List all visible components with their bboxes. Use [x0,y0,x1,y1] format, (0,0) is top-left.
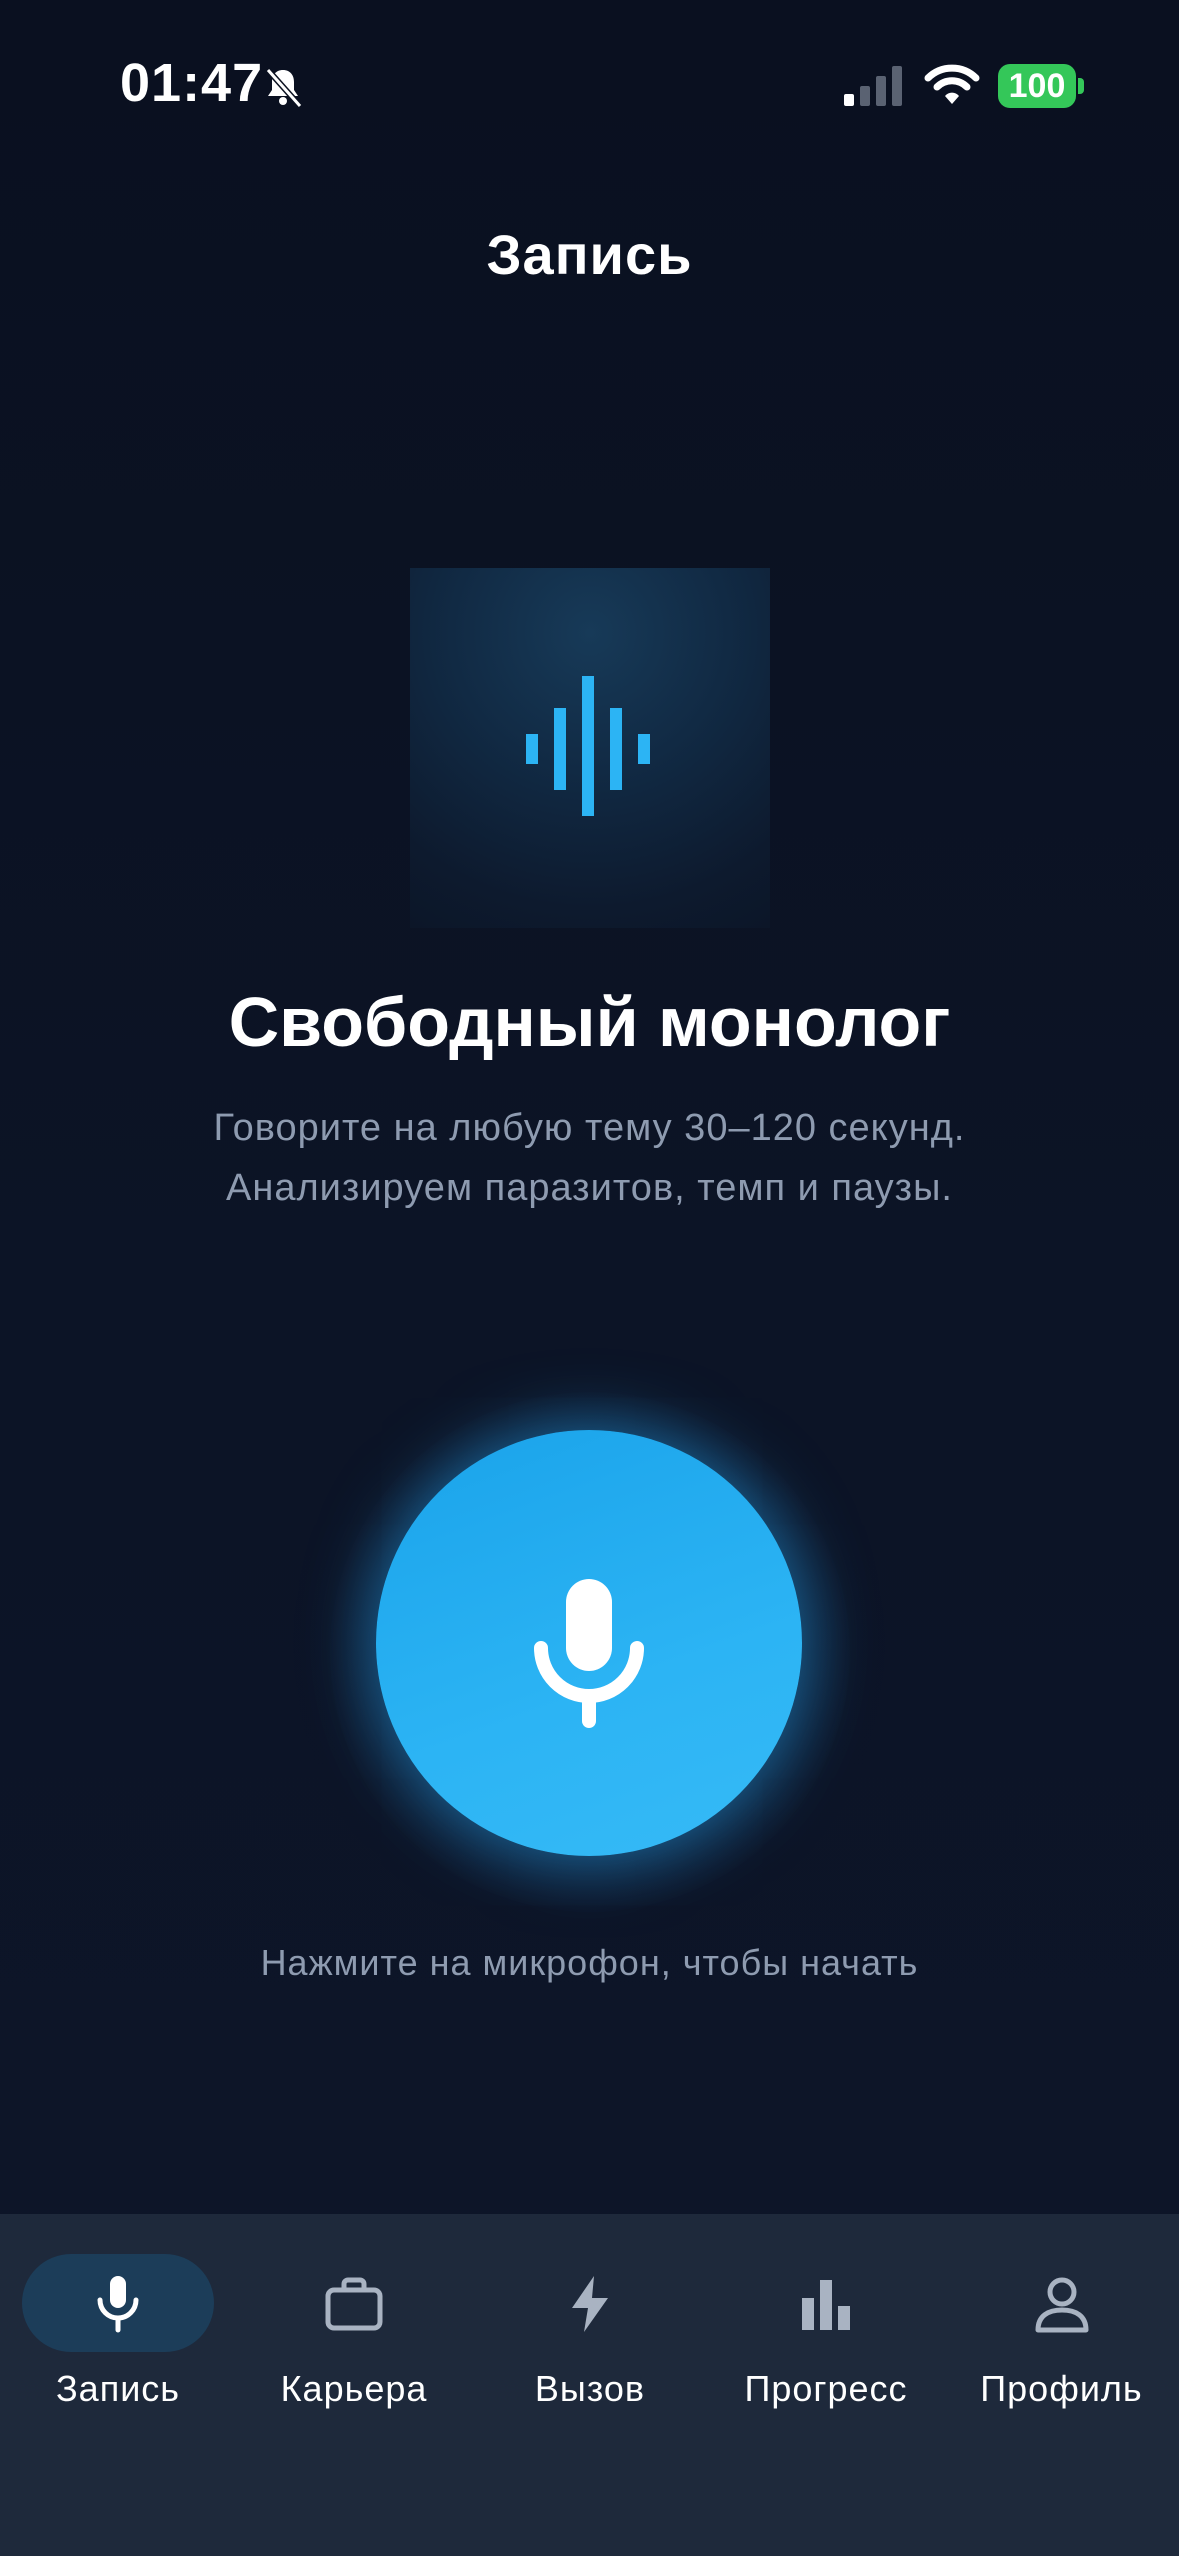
battery-tip [1078,78,1084,94]
tab-label: Карьера [280,2368,428,2409]
waveform-icon [526,676,650,816]
bolt-icon [572,2276,608,2332]
record-button[interactable] [376,1430,802,1856]
tab-career[interactable]: Карьера [236,2214,472,2424]
microphone-icon [534,1579,644,1728]
status-time: 01:47 [120,53,264,113]
tab-bar: Запись Карьера Вызов Прогресс Профиль [0,2214,1179,2556]
wifi-icon [924,64,980,104]
mode-title: Свободный монолог [228,983,951,1061]
mode-description-line: Анализируем паразитов, темп и паузы. [226,1167,953,1209]
record-hint: Нажмите на микрофон, чтобы начать [260,1942,919,1983]
tab-record[interactable]: Запись [0,2214,236,2424]
person-icon [1035,2277,1089,2333]
tab-label: Вызов [534,2368,646,2409]
cellular-signal-icon [844,66,902,106]
battery-icon: 100 [998,64,1076,108]
tab-challenge[interactable]: Вызов [472,2214,708,2424]
bar-chart-icon [802,2280,850,2330]
page-title: Запись [486,223,693,286]
tab-profile[interactable]: Профиль [944,2214,1179,2424]
tab-progress[interactable]: Прогресс [708,2214,944,2424]
battery-level: 100 [1008,66,1066,105]
bell-slash-icon [265,68,303,108]
mode-description-line: Говорите на любую тему 30–120 секунд. [213,1107,966,1149]
tab-label: Прогресс [744,2368,908,2409]
microphone-icon [97,2276,139,2333]
tab-label: Запись [55,2368,181,2409]
mode-icon-tile [410,568,770,928]
mode-description: Говорите на любую тему 30–120 секунд. Ан… [0,1098,1179,1218]
briefcase-icon [325,2277,383,2331]
tab-label: Профиль [980,2368,1143,2409]
